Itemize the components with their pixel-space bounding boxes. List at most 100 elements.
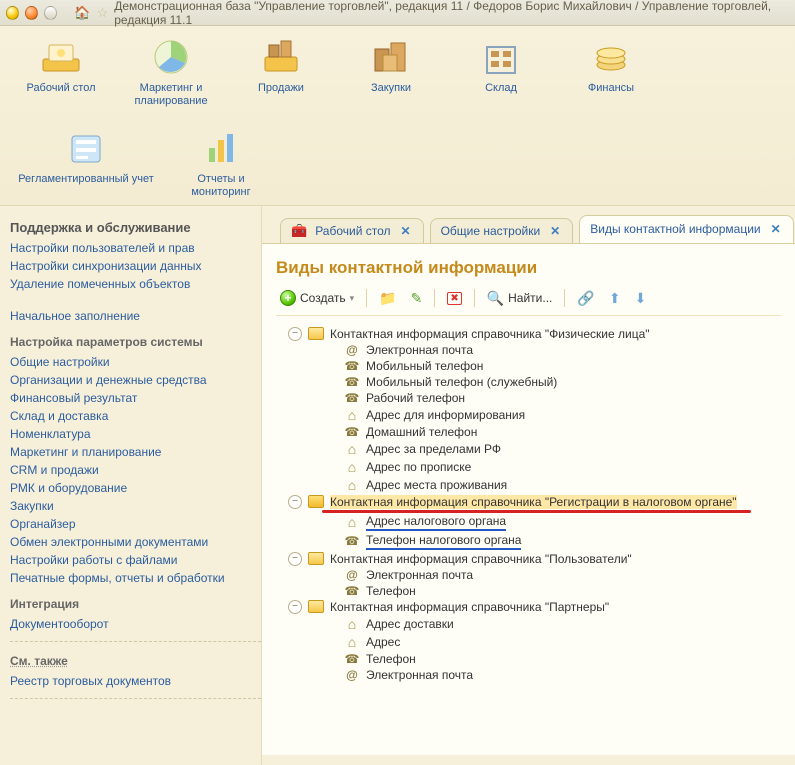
phone-icon <box>344 359 360 373</box>
tree-item[interactable]: Телефон <box>276 651 781 667</box>
module-label: Закупки <box>371 82 411 95</box>
tree-item-label: Электронная почта <box>366 668 473 682</box>
plus-icon: + <box>280 290 296 306</box>
tree: − Контактная информация справочника "Физ… <box>276 322 781 683</box>
tab-contact-types[interactable]: Виды контактной информации ✕ <box>579 215 793 243</box>
sidebar-link[interactable]: Начальное заполнение <box>10 309 261 323</box>
collapse-icon[interactable]: − <box>288 495 302 509</box>
sidebar-link[interactable]: Настройки синхронизации данных <box>10 259 261 273</box>
tab-desktop[interactable]: 🧰 Рабочий стол ✕ <box>280 218 424 243</box>
sidebar-link[interactable]: Склад и доставка <box>10 409 261 423</box>
sidebar-link[interactable]: CRM и продажи <box>10 463 261 477</box>
tab-close-icon[interactable]: ✕ <box>399 224 413 238</box>
tree-item[interactable]: Адрес для информирования <box>276 406 781 424</box>
tree-group[interactable]: − Контактная информация справочника "Физ… <box>276 326 781 342</box>
delete-button[interactable]: ✖ <box>443 290 465 307</box>
sidebar-link[interactable]: Финансовый результат <box>10 391 261 405</box>
tree-item[interactable]: Рабочий телефон <box>276 390 781 406</box>
tab-close-icon[interactable]: ✕ <box>548 224 562 238</box>
sidebar-link[interactable]: Документооборот <box>10 617 261 631</box>
search-icon: 🔍 <box>487 290 504 307</box>
sidebar-link[interactable]: РМК и оборудование <box>10 481 261 495</box>
link-button[interactable]: 🔗 <box>573 288 598 309</box>
star-icon[interactable]: ☆ <box>97 5 109 21</box>
tree-item[interactable]: Мобильный телефон <box>276 358 781 374</box>
tree-item-label: Адрес места проживания <box>366 478 507 492</box>
tree-item[interactable]: Адрес места проживания <box>276 476 781 494</box>
edit-button[interactable]: ✎ <box>407 288 427 309</box>
module-purchases[interactable]: Закупки <box>346 36 436 107</box>
sidebar-link[interactable]: Организации и денежные средства <box>10 373 261 387</box>
titlebar: 🏠 ☆ Демонстрационная база "Управление то… <box>0 0 795 26</box>
new-folder-icon: 📁 <box>379 290 396 307</box>
sidebar-link[interactable]: Удаление помеченных объектов <box>10 277 261 291</box>
collapse-icon[interactable]: − <box>288 552 302 566</box>
move-up-button[interactable]: ⬆ <box>605 288 625 309</box>
sidebar-link[interactable]: Общие настройки <box>10 355 261 369</box>
window-maximize-button[interactable] <box>25 6 38 20</box>
tree-group[interactable]: − Контактная информация справочника "Пар… <box>276 599 781 615</box>
module-warehouse[interactable]: Склад <box>456 36 546 107</box>
tree-item[interactable]: Электронная почта <box>276 667 781 683</box>
house-icon <box>344 477 360 493</box>
tree-item[interactable]: Адрес за пределами РФ <box>276 440 781 458</box>
tree-item[interactable]: Адрес по прописке <box>276 458 781 476</box>
sidebar-link[interactable]: Обмен электронными документами <box>10 535 261 549</box>
tree-group[interactable]: − Контактная информация справочника "Пол… <box>276 551 781 567</box>
tree-item[interactable]: Домашний телефон <box>276 424 781 440</box>
move-down-button[interactable]: ⬇ <box>631 288 651 309</box>
finance-icon <box>587 36 635 78</box>
new-folder-button[interactable]: 📁 <box>375 288 400 309</box>
folder-icon <box>308 495 324 508</box>
arrow-down-icon: ⬇ <box>635 290 647 307</box>
module-marketing[interactable]: Маркетинг и планирование <box>126 36 216 107</box>
email-icon <box>344 568 360 582</box>
main-area: 🧰 Рабочий стол ✕ Общие настройки ✕ Виды … <box>262 206 795 765</box>
purchases-icon <box>367 36 415 78</box>
sidebar-separator <box>10 698 261 699</box>
delete-icon: ✖ <box>447 292 461 305</box>
tree-item[interactable]: Электронная почта <box>276 567 781 583</box>
create-button[interactable]: + Создать ▾ <box>276 288 358 308</box>
sidebar-link[interactable]: Маркетинг и планирование <box>10 445 261 459</box>
tree-item[interactable]: Телефон налогового органа <box>276 532 781 551</box>
sidebar-link[interactable]: Номенклатура <box>10 427 261 441</box>
tab-label: Рабочий стол <box>315 224 390 238</box>
pencil-icon: ✎ <box>411 290 423 307</box>
home-icon[interactable]: 🏠 <box>74 5 90 21</box>
tab-close-icon[interactable]: ✕ <box>769 222 783 236</box>
sidebar-link[interactable]: Настройки работы с файлами <box>10 553 261 567</box>
sidebar-link[interactable]: Печатные формы, отчеты и обработки <box>10 571 261 585</box>
window-close-button[interactable] <box>6 6 19 20</box>
module-regulated[interactable]: Регламентированный учет <box>16 127 156 198</box>
sidebar-link[interactable]: Органайзер <box>10 517 261 531</box>
module-toolbar: Рабочий стол Маркетинг и планирование Пр… <box>0 26 795 206</box>
collapse-icon[interactable]: − <box>288 327 302 341</box>
module-label: Склад <box>485 82 517 95</box>
module-reports[interactable]: Отчеты и мониторинг <box>176 127 266 198</box>
tree-item[interactable]: Адрес налогового органа <box>276 513 781 532</box>
sales-icon <box>257 36 305 78</box>
phone-icon <box>344 391 360 405</box>
tree-item-label: Домашний телефон <box>366 425 477 439</box>
module-finance[interactable]: Финансы <box>566 36 656 107</box>
tree-item-label: Мобильный телефон (служебный) <box>366 375 557 389</box>
find-button[interactable]: 🔍 Найти... <box>483 288 557 309</box>
tab-general-settings[interactable]: Общие настройки ✕ <box>430 218 574 243</box>
tree-item[interactable]: Мобильный телефон (служебный) <box>276 374 781 390</box>
tree-group-label: Контактная информация справочника "Польз… <box>330 552 632 566</box>
tree-item[interactable]: Телефон <box>276 583 781 599</box>
sidebar-link[interactable]: Настройки пользователей и прав <box>10 241 261 255</box>
tree-item[interactable]: Адрес доставки <box>276 615 781 633</box>
module-desktop[interactable]: Рабочий стол <box>16 36 106 107</box>
module-sales[interactable]: Продажи <box>236 36 326 107</box>
sidebar-link[interactable]: Реестр торговых документов <box>10 674 261 688</box>
tree-item-label: Телефон <box>366 584 416 598</box>
sidebar-link[interactable]: Закупки <box>10 499 261 513</box>
collapse-icon[interactable]: − <box>288 600 302 614</box>
tree-group-highlighted[interactable]: − Контактная информация справочника "Рег… <box>276 494 781 510</box>
tree-item[interactable]: Адрес <box>276 633 781 651</box>
module-label: Отчеты и мониторинг <box>176 173 266 198</box>
window-minimize-button[interactable] <box>44 6 57 20</box>
tree-item[interactable]: Электронная почта <box>276 342 781 358</box>
